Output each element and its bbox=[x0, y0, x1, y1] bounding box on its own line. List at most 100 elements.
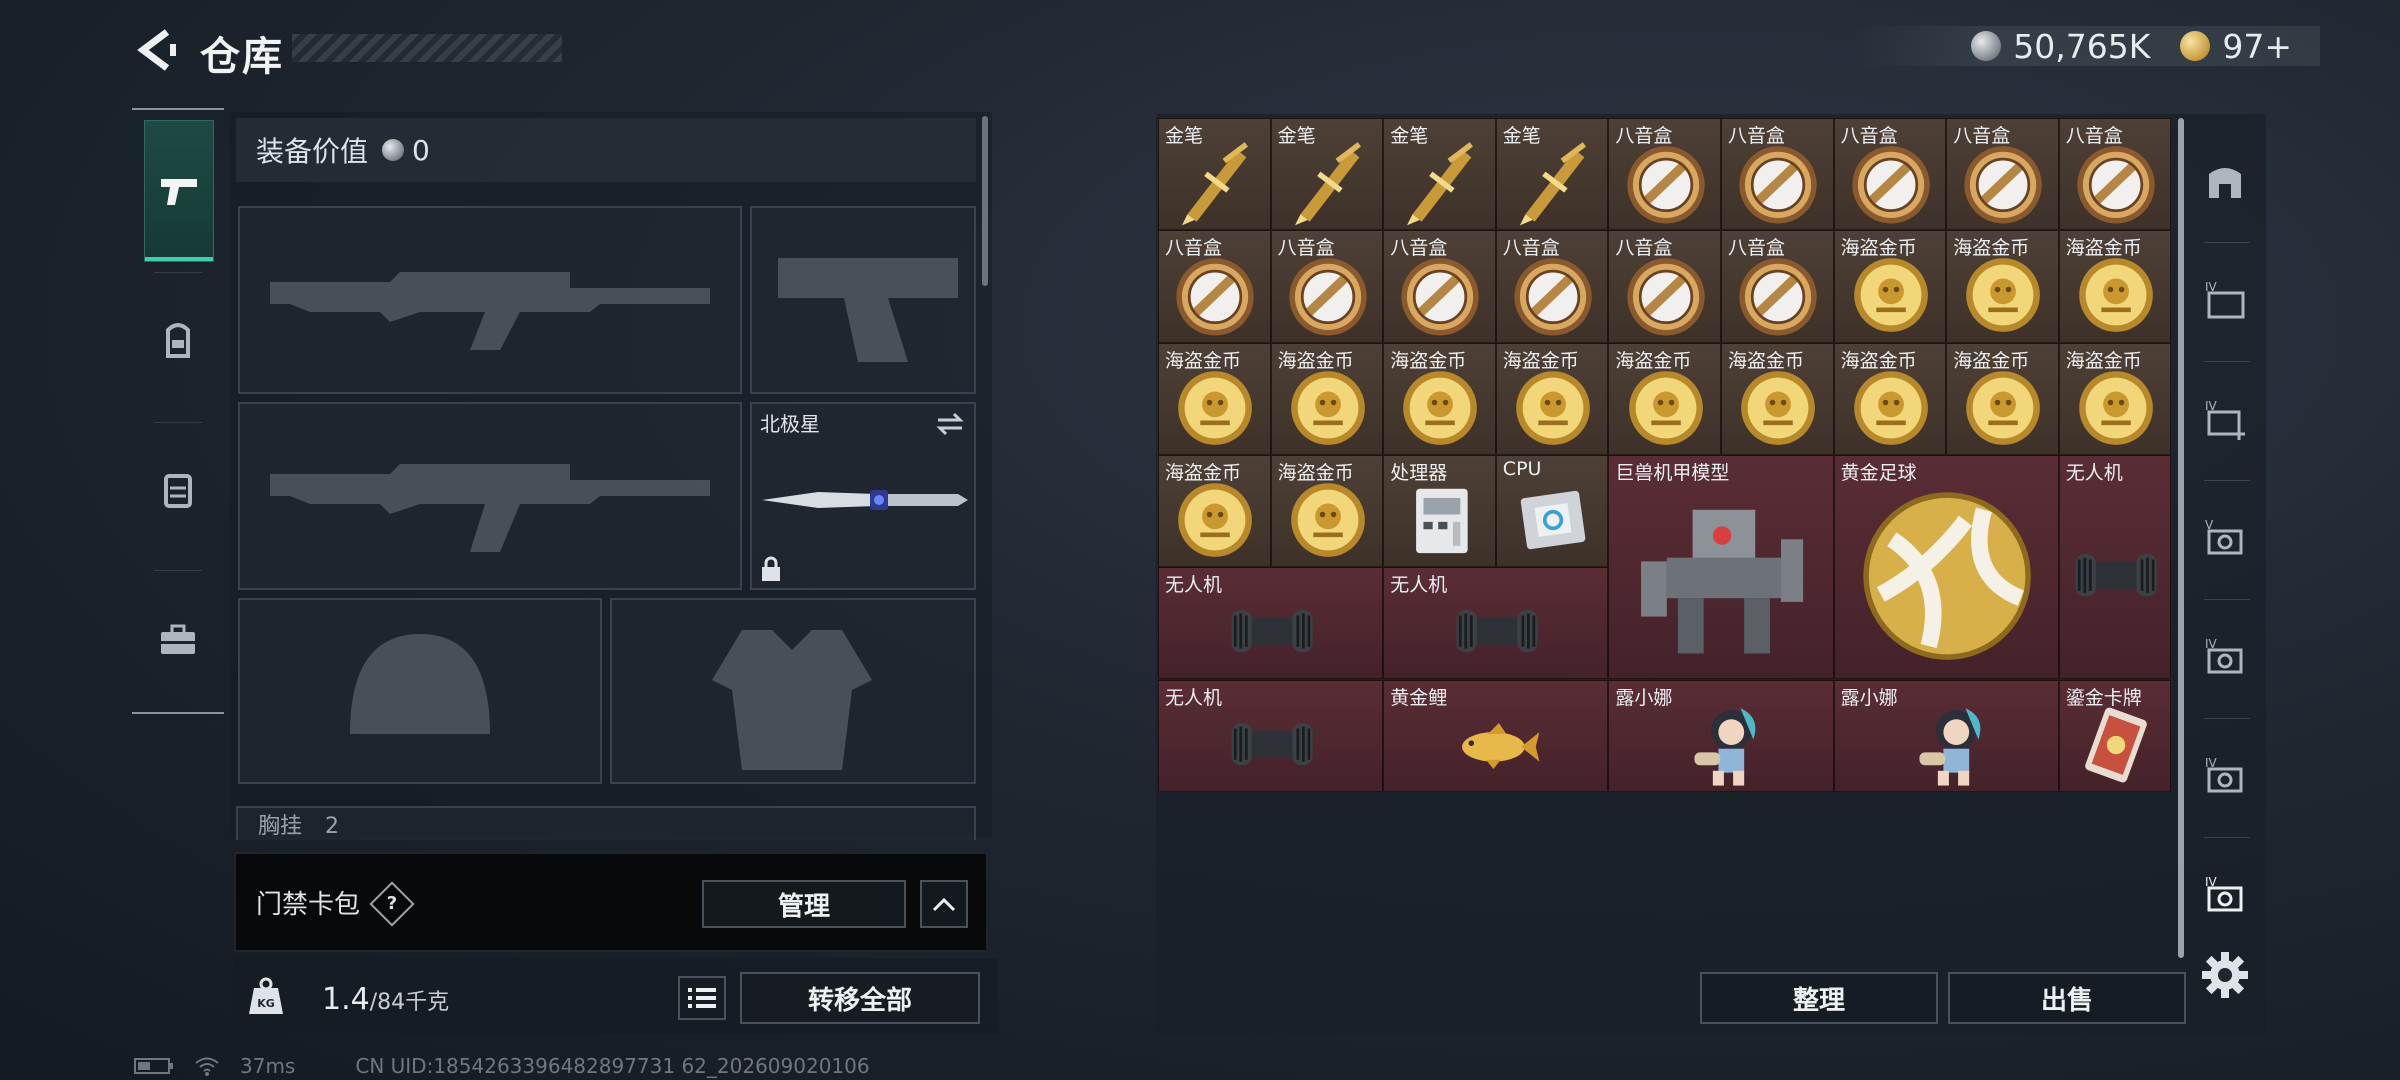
stash-tab-5[interactable]: IV bbox=[2192, 604, 2260, 714]
stash-item-cell[interactable]: 金笔 bbox=[1383, 118, 1496, 231]
sort-button[interactable]: 整理 bbox=[1700, 972, 1938, 1024]
pirate-coin-icon bbox=[1178, 483, 1253, 557]
tab-rig[interactable] bbox=[144, 420, 212, 560]
stash-item-cell[interactable]: 巨兽机甲模型 bbox=[1608, 454, 1834, 680]
stash-item-cell[interactable]: 海盗金币 bbox=[1270, 454, 1384, 568]
stash-item-cell[interactable]: 露小娜 bbox=[1833, 679, 2059, 792]
stash-item-cell[interactable]: 八音盒 bbox=[1608, 230, 1721, 343]
stash-item-cell[interactable]: 八音盒 bbox=[1608, 118, 1721, 231]
stash-item-cell[interactable]: 八音盒 bbox=[1833, 118, 1947, 231]
music-box-icon bbox=[1289, 258, 1367, 336]
processor-icon bbox=[1416, 488, 1469, 554]
stash-item-cell[interactable]: 八音盒 bbox=[1721, 230, 1834, 343]
music-box-icon bbox=[1176, 258, 1254, 336]
drone-icon bbox=[1231, 722, 1313, 765]
stash-item-cell[interactable]: 海盗金币 bbox=[1833, 342, 1947, 455]
helmet-slot[interactable] bbox=[238, 598, 602, 784]
stash-item-cell[interactable]: 黄金足球 bbox=[1833, 454, 2059, 680]
stash-item-cell[interactable]: CPU bbox=[1495, 454, 1609, 568]
stash-item-cell[interactable]: 海盗金币 bbox=[1721, 342, 1834, 455]
stash-item-name: 八音盒 bbox=[1165, 237, 1223, 260]
stash-item-cell[interactable]: 金笔 bbox=[1495, 118, 1609, 231]
stash-item-cell[interactable]: 八音盒 bbox=[1946, 118, 2059, 231]
sell-button[interactable]: 出售 bbox=[1948, 972, 2186, 1024]
stash-tab-1[interactable] bbox=[2192, 128, 2260, 238]
pirate-coin-icon bbox=[1966, 258, 2041, 333]
stash-item-cell[interactable]: 八音盒 bbox=[1158, 230, 1271, 343]
stash-item-cell[interactable]: 海盗金币 bbox=[1946, 342, 2059, 455]
stash-tab-7[interactable]: IV bbox=[2192, 842, 2260, 952]
stash-item-cell[interactable]: 八音盒 bbox=[1383, 230, 1496, 343]
stash-item-cell[interactable]: 海盗金币 bbox=[1495, 342, 1609, 455]
stash-item-cell[interactable]: 露小娜 bbox=[1608, 679, 1834, 792]
stash-item-cell[interactable]: 黄金鲤 bbox=[1383, 679, 1609, 792]
stash-item-name: 无人机 bbox=[2065, 461, 2123, 484]
stash-item-cell[interactable]: 八音盒 bbox=[2058, 118, 2172, 231]
stash-item-name: 海盗金币 bbox=[2065, 349, 2142, 372]
stash-scrollbar[interactable] bbox=[2178, 118, 2184, 958]
stash-item-name: 无人机 bbox=[1165, 686, 1223, 709]
stash-item-cell[interactable]: 八音盒 bbox=[1495, 230, 1609, 343]
collapse-button[interactable] bbox=[920, 880, 968, 928]
currency-display: 50,765K 97+ bbox=[1851, 26, 2320, 66]
tab-weapons[interactable] bbox=[144, 120, 214, 262]
chest-rig-slot[interactable]: 胸挂 2 bbox=[236, 806, 976, 840]
gear-icon bbox=[2202, 952, 2248, 998]
stash-item-cell[interactable]: 鎏金卡牌 bbox=[2058, 679, 2172, 792]
stash-tab-3[interactable]: IV bbox=[2192, 366, 2260, 476]
stash-tab-6[interactable]: IV bbox=[2192, 723, 2260, 833]
secondary-weapon-slot[interactable] bbox=[750, 206, 976, 394]
stash-item-cell[interactable]: 海盗金币 bbox=[1158, 454, 1271, 568]
equipment-scrollbar[interactable] bbox=[982, 116, 988, 286]
back-button[interactable] bbox=[130, 22, 180, 78]
pistol-icon bbox=[161, 179, 197, 205]
stash-item-cell[interactable]: 海盗金币 bbox=[2058, 230, 2172, 343]
stash-iv-a-icon: IV bbox=[2205, 637, 2243, 674]
stash-item-cell[interactable]: 金笔 bbox=[1158, 118, 1271, 231]
stash-item-name: 八音盒 bbox=[1502, 237, 1560, 260]
stash-tab-4[interactable]: V bbox=[2192, 485, 2260, 595]
stash-v-icon: V bbox=[2205, 518, 2243, 555]
stash-item-name: 鎏金卡牌 bbox=[2065, 686, 2142, 709]
transfer-all-button[interactable]: 转移全部 bbox=[740, 972, 980, 1024]
stash-item-cell[interactable]: 海盗金币 bbox=[1946, 230, 2059, 343]
stash-item-cell[interactable]: 金笔 bbox=[1270, 118, 1384, 231]
manage-button[interactable]: 管理 bbox=[702, 880, 906, 928]
gold-amount[interactable]: 97+ bbox=[2222, 27, 2292, 66]
primary-weapon-slot[interactable] bbox=[238, 206, 742, 394]
stash-tab-separator bbox=[2204, 718, 2250, 719]
chest-rig-extra: 2 bbox=[325, 814, 340, 839]
stash-item-cell[interactable]: 八音盒 bbox=[1270, 230, 1384, 343]
stash-item-cell[interactable]: 无人机 bbox=[1158, 679, 1384, 792]
pirate-coin-icon bbox=[1741, 370, 1816, 445]
stash-item-cell[interactable]: 处理器 bbox=[1383, 454, 1496, 568]
add-folder-iv-icon: IV bbox=[2205, 399, 2245, 440]
silver-amount: 50,765K bbox=[2013, 26, 2151, 66]
settings-button[interactable] bbox=[2200, 950, 2250, 1000]
stash-item-cell[interactable]: 海盗金币 bbox=[2058, 342, 2172, 455]
stash-item-cell[interactable]: 无人机 bbox=[2058, 454, 2172, 680]
tab-backpack[interactable] bbox=[144, 270, 212, 410]
stash-item-name: 八音盒 bbox=[1277, 237, 1335, 260]
stash-item-name: 八音盒 bbox=[1390, 237, 1448, 260]
weight-current: 1.4 bbox=[322, 982, 370, 1017]
stash-item-name: 海盗金币 bbox=[1277, 461, 1354, 484]
swap-icon[interactable] bbox=[934, 410, 966, 438]
stash-item-cell[interactable]: 海盗金币 bbox=[1383, 342, 1496, 455]
armor-slot[interactable] bbox=[610, 598, 976, 784]
gilded-card-icon bbox=[2085, 707, 2147, 783]
stash-item-cell[interactable]: 无人机 bbox=[1158, 567, 1384, 680]
stash-item-cell[interactable]: 海盗金币 bbox=[1270, 342, 1384, 455]
stash-item-cell[interactable]: 八音盒 bbox=[1721, 118, 1834, 231]
list-view-button[interactable] bbox=[678, 976, 726, 1020]
stash-item-cell[interactable]: 海盗金币 bbox=[1833, 230, 1947, 343]
tertiary-weapon-slot[interactable] bbox=[238, 402, 742, 590]
stash-item-cell[interactable]: 海盗金币 bbox=[1608, 342, 1721, 455]
melee-slot[interactable]: 北极星 bbox=[750, 402, 976, 590]
tab-case[interactable] bbox=[144, 570, 212, 710]
stash-tab-2[interactable]: IV bbox=[2192, 247, 2260, 357]
stash-item-cell[interactable]: 海盗金币 bbox=[1158, 342, 1271, 455]
stash-item-name: CPU bbox=[1502, 457, 1542, 480]
pirate-coin-icon bbox=[1854, 370, 1928, 445]
stash-item-cell[interactable]: 无人机 bbox=[1383, 567, 1609, 680]
